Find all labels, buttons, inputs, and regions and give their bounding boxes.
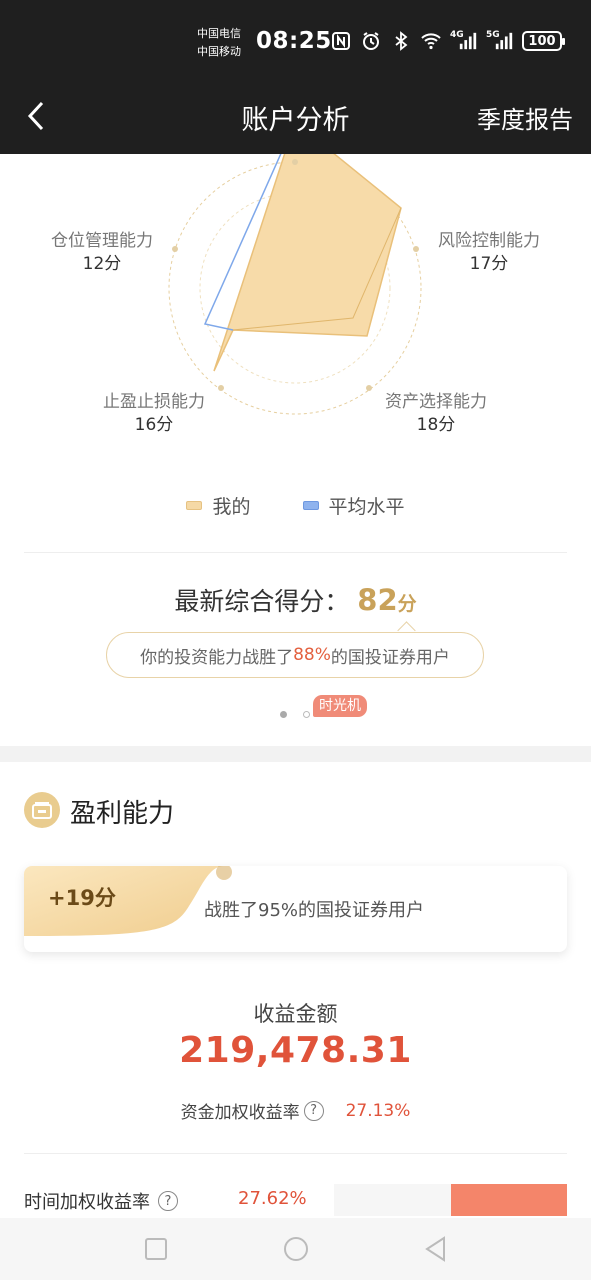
radar-vertex-top (292, 159, 298, 165)
top-bar: 中国电信 中国移动 08:25 4G 5G 100 账户分析 季度报告 (0, 0, 591, 154)
fund-weighted-row: 资金加权收益率 ? 27.13% (0, 1098, 591, 1123)
quarterly-report-button[interactable]: 季度报告 (477, 100, 573, 135)
beat-suffix: 的国投证券用户 (330, 647, 450, 668)
divider (24, 552, 567, 553)
radar-label-stop: 止盈止损能力 16分 (91, 391, 217, 437)
asset-label: 资产选择能力 (385, 392, 487, 412)
profit-beat-card: +19分 战胜了95%的国投证券用户 (24, 866, 567, 952)
time-weighted-label: 时间加权收益率 (24, 1192, 150, 1213)
signal-5g-icon: 5G (486, 30, 514, 52)
radar-vertex-bottom-right (366, 385, 372, 391)
triangle-back-icon (424, 1236, 445, 1262)
radar-vertex-bottom-left (218, 385, 224, 391)
radar-label-asset: 资产选择能力 18分 (373, 391, 499, 437)
radar-vertex-right (413, 246, 419, 252)
overall-score-value: 82 (357, 583, 398, 617)
time-weighted-bar (334, 1184, 567, 1216)
section-title: 盈利能力 (70, 799, 175, 829)
beat-users-pill: 你的投资能力战胜了 88% 的国投证券用户 (106, 632, 484, 678)
radar-label-risk: 风险控制能力 17分 (426, 230, 552, 276)
time-weighted-row: 时间加权收益率 ? (24, 1188, 178, 1214)
pager-dots (280, 711, 310, 718)
radar-label-position: 仓位管理能力 12分 (39, 230, 165, 276)
fund-weighted-label: 资金加权收益率 (180, 1103, 300, 1123)
overall-score-unit: 分 (397, 593, 417, 615)
carrier-2: 中国移动 (197, 45, 241, 58)
legend-average[interactable]: 平均水平 (302, 492, 405, 519)
signal-4g-icon: 4G (450, 30, 478, 52)
carrier-1: 中国电信 (197, 27, 241, 40)
fund-weighted-value: 27.13% (345, 1100, 411, 1121)
status-bar: 中国电信 中国移动 08:25 4G 5G 100 (0, 0, 591, 84)
legend-swatch-average (302, 501, 319, 510)
battery-level: 100 (528, 33, 556, 49)
divider (24, 1153, 567, 1154)
legend-mine-label: 我的 (212, 496, 251, 518)
risk-label: 风险控制能力 (438, 231, 540, 251)
carrier-info: 中国电信 中国移动 (197, 25, 241, 61)
chevron-left-icon (27, 101, 44, 131)
radar-my-area (213, 154, 402, 372)
overall-score: 最新综合得分： 82分 (0, 582, 591, 618)
home-button[interactable] (281, 1234, 311, 1264)
profit-card: 盈利能力 +19分 战胜了95%的国投证券用户 收益金额 219,478.31 … (0, 762, 591, 1280)
stop-label: 止盈止损能力 (103, 392, 205, 412)
back-nav-button[interactable] (421, 1234, 451, 1264)
beat-percent: 88% (293, 645, 331, 665)
battery-icon: 100 (522, 31, 565, 51)
system-nav-bar (0, 1218, 591, 1280)
radar-vertex-left (172, 246, 178, 252)
beat-prefix: 你的投资能力战胜了 (140, 647, 294, 668)
bluetooth-icon (390, 30, 412, 52)
position-score: 12分 (82, 254, 122, 274)
nfc-icon (330, 30, 352, 52)
amount-label: 收益金额 (253, 1002, 338, 1026)
wifi-icon (420, 30, 442, 52)
overall-score-label: 最新综合得分： (174, 587, 350, 616)
help-icon[interactable]: ? (158, 1191, 178, 1211)
status-icons: 4G 5G 100 (330, 30, 565, 52)
alarm-icon (360, 30, 382, 52)
recents-button[interactable] (141, 1234, 171, 1264)
profit-amount: 219,478.31 (179, 1030, 412, 1071)
radar-legend: 我的 平均水平 (0, 492, 591, 519)
legend-swatch-mine (186, 501, 203, 510)
risk-score: 17分 (469, 254, 509, 274)
clock: 08:25 (256, 28, 332, 54)
radar-card: 风险控制能力 17分 资产选择能力 18分 止盈止损能力 16分 仓位管理能力 … (0, 154, 591, 746)
help-icon[interactable]: ? (303, 1100, 324, 1121)
position-label: 仓位管理能力 (51, 231, 153, 251)
profit-beat-text: 战胜了95%的国投证券用户 (204, 900, 425, 921)
pager-dot-active[interactable] (280, 711, 287, 718)
asset-score: 18分 (416, 415, 456, 435)
bonus-score: +19分 (48, 886, 116, 910)
time-weighted-value: 27.62% (238, 1188, 307, 1209)
legend-average-label: 平均水平 (328, 496, 405, 518)
nav-bar: 账户分析 季度报告 (0, 84, 591, 154)
stop-score: 16分 (134, 415, 174, 435)
circle-icon (283, 1237, 308, 1261)
back-button[interactable] (18, 96, 54, 136)
pager-dot[interactable] (303, 711, 310, 718)
wallet-icon (24, 792, 60, 828)
radar-chart (168, 154, 422, 415)
time-machine-badge[interactable]: 时光机 (313, 695, 367, 717)
legend-mine[interactable]: 我的 (186, 492, 251, 519)
square-icon (144, 1238, 167, 1260)
time-weighted-bar-fill (450, 1184, 567, 1216)
